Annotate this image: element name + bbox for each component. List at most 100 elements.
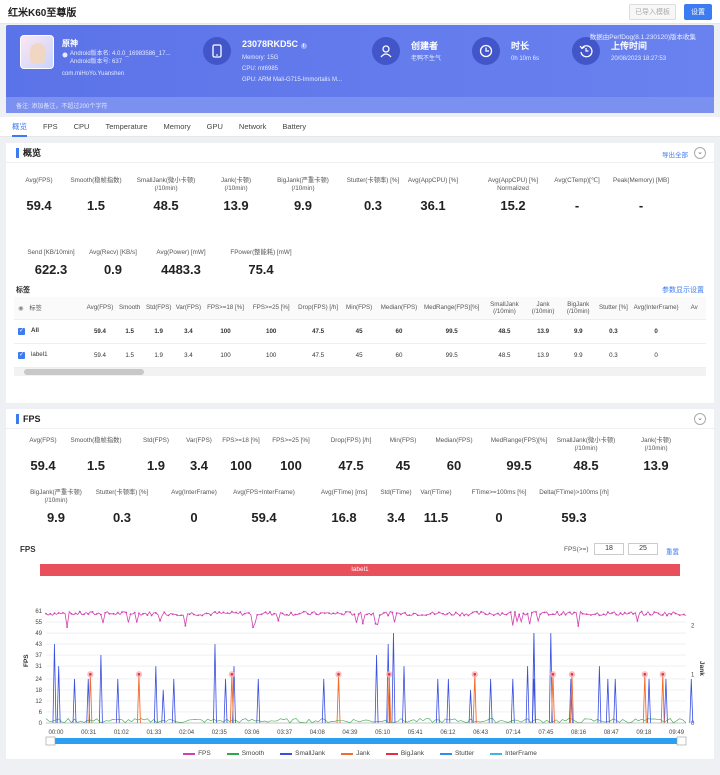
table-header[interactable]: FPS>=18 [%] (203, 297, 248, 320)
fps-point (163, 611, 166, 614)
table-header[interactable]: Jank (/10min) (526, 297, 560, 320)
metric-value: - (638, 198, 644, 213)
duration-value: 0h 10m 6s (511, 56, 540, 62)
fps-point (112, 612, 115, 615)
metric-value: 59.4 (251, 510, 277, 525)
metric-label: FTime>=100ms [%] (471, 489, 527, 496)
smalljank-spike (391, 633, 396, 724)
settings-button[interactable]: 设置 (684, 3, 712, 20)
table-header[interactable]: Median(FPS) (376, 297, 422, 320)
import-template-button[interactable]: 已导入模板 (629, 3, 676, 20)
tab-2[interactable]: CPU (74, 117, 90, 137)
metric-label: Jank(卡顿) (/10min) (220, 177, 252, 192)
x-tick-label: 08:47 (604, 730, 620, 736)
table-header[interactable]: Smooth (115, 297, 144, 320)
metric-card: SmallJank(微小卡顿) (/10min) 48.5 (551, 437, 621, 473)
table-header[interactable]: Avg(InterFrame) (629, 297, 683, 320)
table-cell: 1.9 (143, 319, 174, 344)
table-header[interactable]: Var(FPS) (173, 297, 204, 320)
x-tick-label: 09:18 (636, 730, 652, 736)
chevron-down-icon[interactable]: ⌄ (694, 413, 706, 425)
fps-point (57, 612, 60, 614)
table-header[interactable]: SmallJank (/10min) (482, 297, 527, 320)
legend-item[interactable]: Jank (341, 750, 370, 757)
table-row[interactable]: ✓ label1 59.4 1.5 1.9 3.4 100 100 47.5 45 60 99.5 48… (14, 343, 706, 368)
table-header[interactable]: BigJank (/10min) (559, 297, 597, 320)
table-header[interactable]: ◉ 标签 (14, 297, 85, 320)
tab-4[interactable]: Memory (164, 117, 191, 137)
tab-7[interactable]: Battery (282, 117, 306, 137)
fps-point (454, 611, 457, 614)
fps-point (171, 613, 174, 616)
note-input[interactable]: 备注: 添加备注，不超过200个字符 (6, 97, 714, 113)
fps-point (138, 612, 140, 615)
legend-item[interactable]: BigJank (385, 750, 424, 757)
fps-point (192, 613, 195, 616)
legend-item[interactable]: InterFrame (490, 750, 537, 757)
label-bar[interactable]: label1 (40, 564, 680, 576)
fps-point (188, 613, 191, 616)
metric-value: 13.9 (643, 458, 669, 473)
fps-point (421, 614, 423, 616)
smalljank-spike (689, 678, 694, 724)
metric-label: Jank(卡顿) (/10min) (640, 437, 672, 452)
smalljank-spike (99, 655, 103, 724)
table-cell: 100 (247, 343, 295, 368)
metric-card: Send [KB/10min] 622.3 (16, 249, 86, 277)
table-cell: 99.5 (421, 343, 483, 368)
fps-point (336, 611, 339, 614)
fps-point (463, 614, 466, 617)
bigjank-marker (337, 673, 340, 676)
table-cell: 59.4 (84, 319, 116, 344)
tab-0[interactable]: 概览 (12, 117, 27, 137)
reset-link[interactable]: 重置 (666, 546, 679, 556)
chevron-down-icon[interactable]: ⌄ (694, 147, 706, 159)
table-header[interactable]: Drop(FPS) [/h] (294, 297, 342, 320)
table-scrollbar[interactable] (14, 367, 706, 376)
fps-point (670, 613, 673, 616)
table-header[interactable]: Av (682, 297, 706, 320)
y-tick-label: 0 (39, 721, 43, 727)
legend-item[interactable]: Stutter (439, 750, 474, 757)
metric-label: Avg(AppCPU) [%] Normalized (487, 177, 539, 192)
tab-6[interactable]: Network (239, 117, 267, 137)
legend-item[interactable]: Smooth (226, 750, 264, 757)
table-header[interactable]: Stutter [%] (597, 297, 630, 320)
table-cell: 0.3 (597, 319, 630, 344)
param-display-link[interactable]: 参数显示设置 (662, 285, 704, 295)
smalljank-spike (161, 689, 166, 724)
fps-point (475, 610, 478, 613)
table-cell: 9.9 (559, 343, 597, 368)
table-header[interactable]: FPS>=25 [%] (247, 297, 295, 320)
jank-spike (336, 674, 341, 724)
fps-point (501, 612, 504, 614)
device-memory: Memory: 15G (242, 55, 279, 61)
legend-item[interactable]: SmallJank (280, 750, 325, 757)
metric-label: Median(FPS) (435, 437, 473, 444)
fps-point (674, 612, 677, 615)
tab-1[interactable]: FPS (43, 117, 58, 137)
row-checkbox[interactable]: ✓ (18, 352, 25, 359)
fps-point (277, 619, 280, 622)
tab-5[interactable]: GPU (207, 117, 223, 137)
threshold-input-1[interactable]: 18 (594, 543, 624, 555)
table-header[interactable]: Min(FPS) (341, 297, 377, 320)
row-checkbox[interactable]: ✓ (18, 328, 25, 335)
fps-point (116, 611, 119, 614)
export-all-link[interactable]: 导出全部 (662, 149, 688, 159)
table-header[interactable]: MedRange(FPS)[%] (421, 297, 483, 320)
fps-point (214, 611, 216, 613)
legend-item[interactable]: FPS (183, 750, 211, 757)
threshold-input-2[interactable]: 25 (628, 543, 658, 555)
y-tick-label: 49 (35, 631, 42, 637)
metric-value: 0.3 (112, 510, 132, 525)
bigjank-marker (643, 673, 647, 676)
table-cell: 0 (629, 319, 683, 344)
table-header[interactable]: Avg(FPS) (84, 297, 116, 320)
table-cell: 0.3 (597, 343, 630, 368)
table-row[interactable]: ✓ All 59.4 1.5 1.9 3.4 100 100 47.5 45 60 99.5 48.5 1… (14, 319, 706, 344)
fps-point (649, 613, 651, 616)
tab-3[interactable]: Temperature (105, 117, 147, 137)
table-header[interactable]: Std(FPS) (143, 297, 174, 320)
android-icon (62, 52, 68, 58)
